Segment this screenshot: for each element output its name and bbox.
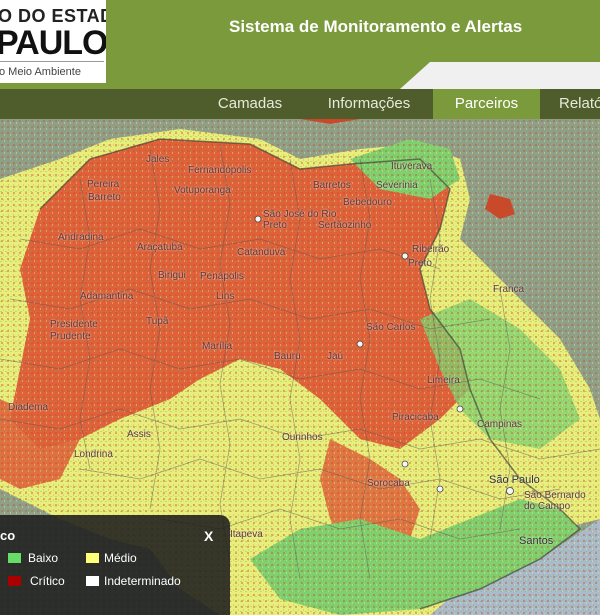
nav-item-informacoes[interactable]: Informações <box>314 89 424 119</box>
legend-panel: co X Baixo Médio Crítico Indeterminado <box>0 515 230 615</box>
map-label-ribeirao: Ribeirão <box>412 244 450 255</box>
map-label-lins: Lins <box>216 291 235 302</box>
map-label-jales: Jales <box>146 154 170 165</box>
map-label-adamantina: Adamantina <box>80 291 134 302</box>
map-label-ourinhos: Ourinhos <box>282 432 323 443</box>
legend-label-critico: Crítico <box>30 574 65 588</box>
map-label-fernandopolis: Fernandópolis <box>188 165 252 176</box>
main-nav: Camadas Informações Parceiros Relató <box>0 89 600 119</box>
map-label-itapeva: Itapeva <box>230 529 263 540</box>
map-label-sao-paulo: São Paulo <box>489 474 540 486</box>
map-label-severinia: Severinia <box>376 180 418 191</box>
map-label-sorocaba: Sorocaba <box>367 478 410 489</box>
legend-swatch-critico <box>8 576 21 586</box>
map-label-franca: Franca <box>493 284 525 295</box>
map-label-preto: Preto <box>408 258 432 269</box>
map-label-piracicaba: Piracicaba <box>392 412 439 423</box>
map-label-sao-carlos: São Carlos <box>366 322 416 333</box>
legend-swatch-medio <box>86 553 99 563</box>
logo-line3: o Meio Ambiente <box>0 66 81 78</box>
legend-close-button[interactable]: X <box>204 528 213 544</box>
legend-title: co <box>0 528 16 543</box>
map-label-assis: Assis <box>127 429 151 440</box>
nav-item-parceiros[interactable]: Parceiros <box>433 89 540 119</box>
map-label-ituverava: Ituverava <box>391 161 433 172</box>
header-decoration <box>400 62 600 89</box>
map-label-diadema: Diadema <box>8 402 49 413</box>
legend-label-indeterminado: Indeterminado <box>104 574 181 588</box>
page-title: Sistema de Monitoramento e Alertas <box>229 17 523 36</box>
map-label-campinas: Campinas <box>477 419 523 430</box>
map-label-pereira: Pereira <box>87 179 120 190</box>
map-label-barreto: Barreto <box>88 192 121 203</box>
nav-item-relatorios[interactable]: Relató <box>559 89 600 119</box>
legend-swatch-baixo <box>8 553 21 563</box>
logo[interactable]: O DO ESTADO PAULO o Meio Ambiente <box>0 0 106 83</box>
map-label-bebedouro: Bebedouro <box>343 197 392 208</box>
map-label-andradina: Andradina <box>58 232 104 243</box>
map-label-penapolis: Penápolis <box>200 271 244 282</box>
map-label-sertaozinho: Sertãozinho <box>318 220 372 231</box>
logo-line2: PAULO <box>0 24 106 62</box>
legend-label-medio: Médio <box>104 551 137 565</box>
map-label-limeira: Limeira <box>427 375 460 386</box>
map-label-marilia: Marília <box>202 341 233 352</box>
map-label-sao-bernardo: São Bernardo do Campo <box>524 490 586 512</box>
map-label-tupa: Tupã <box>146 316 169 327</box>
map-label-aracatuba: Araçatuba <box>137 242 183 253</box>
map-label-votuporanga: Votuporanga <box>174 185 231 196</box>
legend-label-baixo: Baixo <box>28 551 59 565</box>
legend-swatch-indeterminado <box>86 576 99 586</box>
map-label-jau: Jaú <box>327 351 344 362</box>
nav-item-camadas[interactable]: Camadas <box>206 89 294 119</box>
map-label-bauru: Bauru <box>274 351 301 362</box>
logo-divider <box>0 61 104 62</box>
map-label-londrina: Londrina <box>74 449 113 460</box>
map-label-birigui: Birigui <box>158 270 186 281</box>
map-label-catanduva: Catanduva <box>237 247 286 258</box>
map-label-santos: Santos <box>519 535 554 547</box>
map-label-presidente-prudente: Presidente Prudente <box>50 319 98 342</box>
map-label-barretos: Barretos <box>313 180 351 191</box>
